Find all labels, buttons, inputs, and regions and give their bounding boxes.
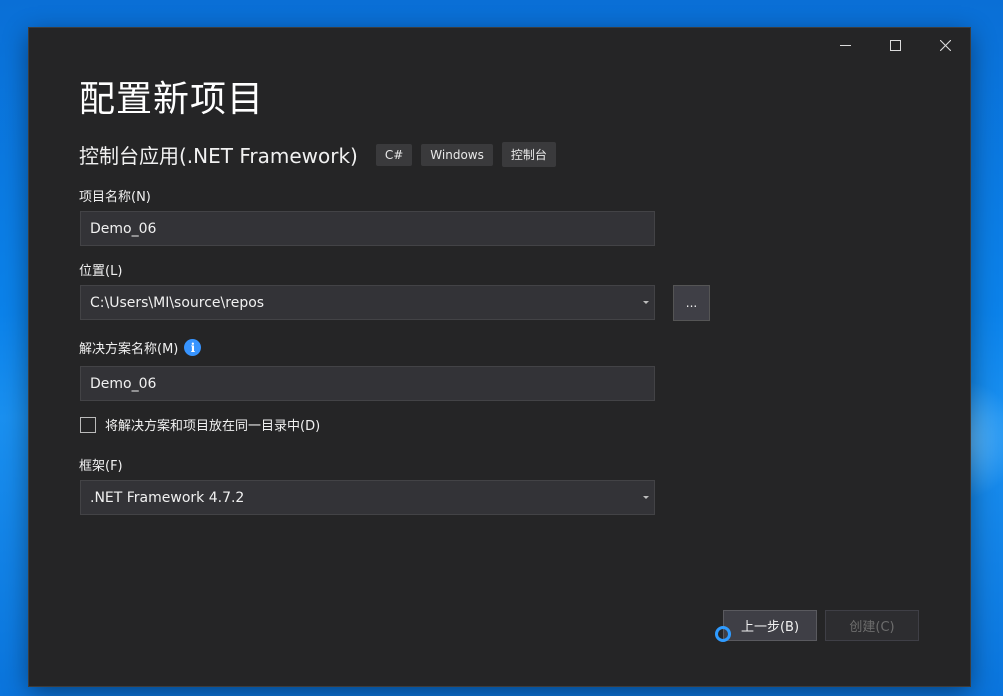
- solution-name-label: 解决方案名称(M) i: [79, 338, 202, 357]
- solution-name-input[interactable]: [80, 366, 655, 401]
- project-name-label: 项目名称(N): [79, 186, 151, 205]
- same-directory-option[interactable]: 将解决方案和项目放在同一目录中(D): [80, 415, 320, 434]
- location-value: C:\Users\MI\source\repos: [90, 294, 265, 311]
- configure-project-dialog: 配置新项目 控制台应用(.NET Framework) C# Windows 控…: [29, 28, 970, 686]
- framework-label-text: 框架(F): [79, 459, 123, 474]
- browse-location-button[interactable]: ...: [673, 285, 710, 321]
- chevron-down-icon[interactable]: [643, 301, 649, 304]
- chevron-down-icon[interactable]: [643, 496, 649, 499]
- busy-cursor-icon: [715, 626, 731, 642]
- project-name-label-text: 项目名称(N): [79, 190, 151, 205]
- template-summary: 控制台应用(.NET Framework) C# Windows 控制台: [79, 140, 565, 169]
- back-button[interactable]: 上一步(B): [723, 610, 817, 641]
- framework-label: 框架(F): [79, 455, 123, 474]
- maximize-button[interactable]: [870, 28, 920, 62]
- tag-project-type: 控制台: [501, 142, 556, 167]
- maximize-icon: [889, 39, 901, 51]
- tag-language: C#: [375, 143, 413, 166]
- close-icon: [939, 39, 951, 51]
- framework-combobox[interactable]: .NET Framework 4.7.2: [80, 480, 655, 515]
- project-name-input[interactable]: [80, 211, 655, 246]
- location-label-text: 位置(L): [79, 264, 123, 279]
- minimize-button[interactable]: [820, 28, 870, 62]
- close-button[interactable]: [920, 28, 970, 62]
- framework-value: .NET Framework 4.7.2: [90, 489, 245, 506]
- solution-name-label-text: 解决方案名称(M): [79, 342, 179, 357]
- location-combobox[interactable]: C:\Users\MI\source\repos: [80, 285, 655, 320]
- same-directory-checkbox[interactable]: [80, 416, 96, 433]
- minimize-icon: [839, 44, 851, 46]
- same-directory-label: 将解决方案和项目放在同一目录中(D): [105, 419, 321, 434]
- window-controls: [820, 28, 970, 62]
- info-icon[interactable]: i: [184, 339, 202, 356]
- create-button[interactable]: 创建(C): [825, 610, 919, 641]
- location-label: 位置(L): [79, 260, 122, 279]
- template-name: 控制台应用(.NET Framework): [79, 144, 358, 168]
- tag-platform: Windows: [421, 143, 493, 166]
- page-title: 配置新项目: [79, 79, 265, 120]
